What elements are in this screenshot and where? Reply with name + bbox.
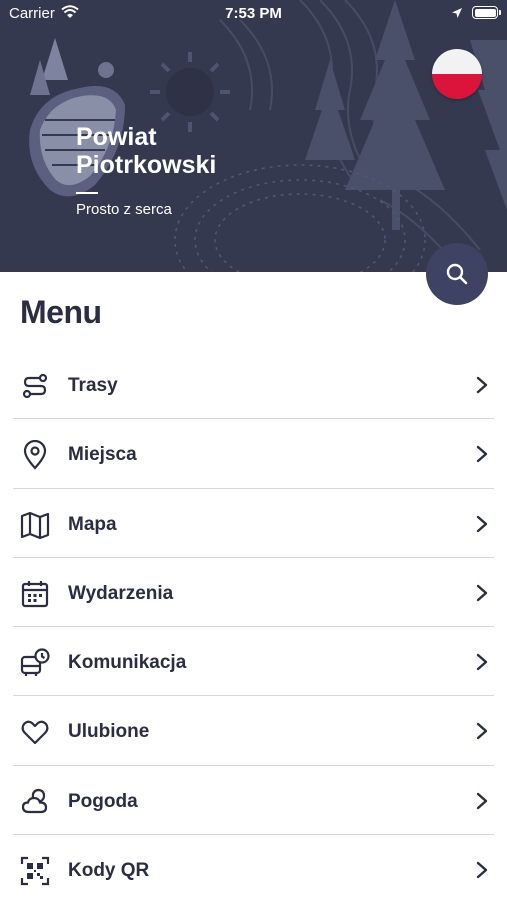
menu-item-label: Trasy	[68, 375, 118, 396]
menu-item-label: Wydarzenia	[68, 582, 174, 604]
bus-clock-icon	[20, 648, 50, 677]
location-pin-icon	[23, 440, 47, 470]
title-divider	[76, 192, 98, 194]
map-icon	[20, 511, 50, 539]
menu-item-pogoda[interactable]: Pogoda	[0, 766, 507, 836]
menu-heading: Menu	[20, 294, 102, 330]
chevron-right-icon	[476, 584, 488, 602]
menu-item-kody-qr[interactable]: Kody QR	[0, 835, 507, 900]
chevron-right-icon	[476, 653, 488, 671]
region-title: Powiat Piotrkowski	[76, 123, 217, 179]
chevron-right-icon	[476, 861, 488, 879]
menu-item-label: Komunikacja	[68, 652, 187, 674]
chevron-right-icon	[476, 446, 488, 463]
poland-flag-icon[interactable]	[432, 49, 482, 99]
route-icon	[22, 373, 48, 399]
menu-list: Trasy Miejsca Mapa Wydarzenia Komunikacj…	[0, 350, 507, 900]
region-tagline: Prosto z serca	[76, 201, 172, 218]
weather-icon	[21, 788, 48, 813]
chevron-right-icon	[476, 376, 488, 394]
menu-item-wydarzenia[interactable]: Wydarzenia	[0, 558, 507, 628]
menu-item-label: Kody QR	[68, 860, 150, 882]
menu-item-label: Ulubione	[68, 721, 150, 743]
chevron-right-icon	[476, 723, 488, 740]
menu-item-label: Mapa	[68, 513, 117, 535]
status-bar: Carrier 7:53 PM	[0, 0, 507, 30]
menu-item-trasy[interactable]: Trasy	[0, 350, 507, 420]
header-banner: Carrier 7:53 PM Powiat Piotrkowski Prost…	[0, 0, 507, 272]
status-time: 7:53 PM	[225, 5, 282, 22]
qr-code-icon	[20, 856, 50, 886]
chevron-right-icon	[476, 515, 488, 532]
calendar-icon	[21, 580, 49, 607]
menu-item-mapa[interactable]: Mapa	[0, 489, 507, 558]
battery-tip	[499, 10, 501, 15]
search-button[interactable]	[426, 243, 488, 305]
location-arrow-icon	[452, 8, 462, 18]
menu-item-label: Miejsca	[68, 444, 137, 466]
search-icon	[446, 263, 468, 285]
menu-item-ulubione[interactable]: Ulubione	[0, 696, 507, 766]
menu-item-komunikacja[interactable]: Komunikacja	[0, 627, 507, 697]
menu-item-label: Pogoda	[68, 790, 138, 812]
heart-icon	[21, 721, 49, 745]
menu-item-miejsca[interactable]: Miejsca	[0, 419, 507, 489]
battery-icon	[472, 6, 498, 19]
chevron-right-icon	[476, 792, 488, 809]
